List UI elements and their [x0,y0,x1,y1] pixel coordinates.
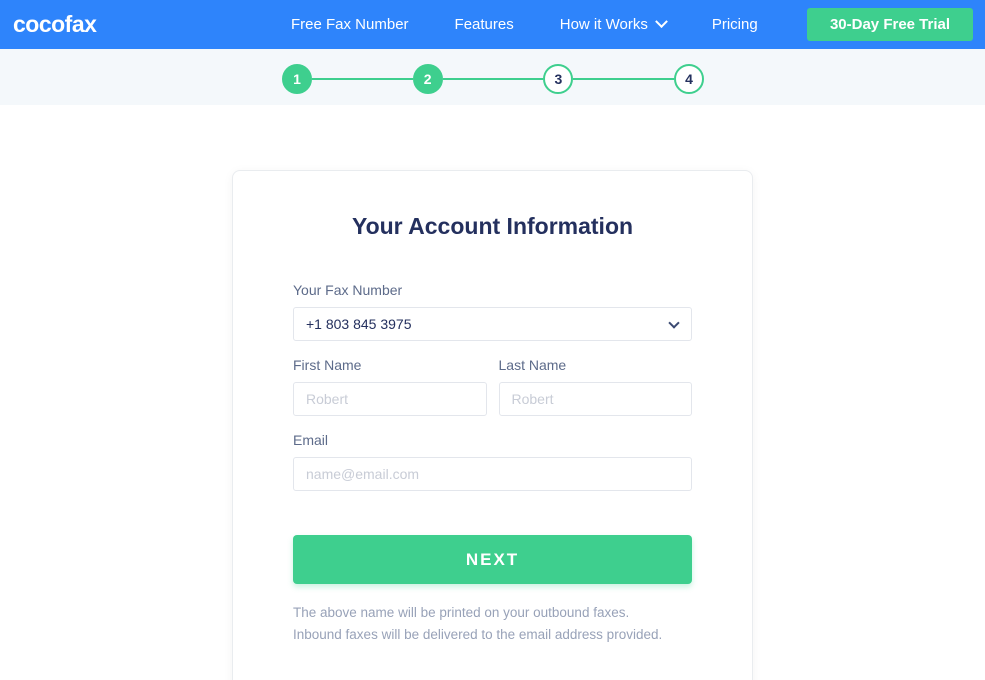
email-label: Email [293,432,329,448]
page-title: Your Account Information [351,213,634,239]
step-connector-2-3 [442,78,544,80]
main-navigation: Free Fax Number Features How it Works Pr… [268,0,781,49]
free-trial-button[interactable]: 30-Day Free Trial [807,8,973,41]
account-information-card: Your Account Information Your Fax Number… [232,170,753,680]
email-input[interactable] [293,457,692,491]
first-name-input[interactable] [293,382,487,416]
email-field-group: Email [293,432,692,491]
progress-stepper-band: 1 2 3 4 [0,49,985,105]
fax-number-select[interactable]: +1 803 845 3975 [293,307,692,341]
fax-number-select-wrap: +1 803 845 3975 [293,307,692,341]
nav-item-free-fax-number[interactable]: Free Fax Number [268,16,432,33]
step-3[interactable]: 3 [543,64,574,94]
form-note: The above name will be printed on your o… [293,602,692,647]
nav-item-label: Pricing [711,16,758,33]
progress-stepper: 1 2 3 4 [282,62,705,96]
last-name-field-group: Last Name [498,357,692,416]
site-header: cocofax Free Fax Number Features How it … [0,0,985,49]
step-2[interactable]: 2 [412,64,443,94]
form-note-line-2: Inbound faxes will be delivered to the e… [293,627,663,643]
chevron-down-icon [654,15,668,29]
name-fields-row: First Name Last Name [293,357,692,416]
next-button[interactable]: NEXT [293,535,692,584]
nav-item-label: Free Fax Number [291,16,409,33]
nav-item-pricing[interactable]: Pricing [689,16,781,33]
fax-number-label: Your Fax Number [293,282,403,298]
first-name-field-group: First Name [293,357,487,416]
first-name-label: First Name [293,357,362,373]
step-1[interactable]: 1 [282,64,312,94]
step-4[interactable]: 4 [674,64,705,94]
nav-item-how-it-works[interactable]: How it Works [537,15,689,33]
form-note-line-1: The above name will be printed on your o… [293,605,630,620]
last-name-input[interactable] [498,382,692,416]
nav-item-features[interactable]: Features [432,16,537,33]
fax-number-field-group: Your Fax Number +1 803 845 3975 [293,282,692,341]
step-connector-3-4 [573,78,675,80]
nav-item-label: How it Works [559,16,648,33]
step-connector-1-2 [312,78,413,80]
page-body: Your Account Information Your Fax Number… [0,105,985,680]
cocofax-logo[interactable]: cocofax [13,13,97,36]
last-name-label: Last Name [498,357,567,373]
nav-item-label: Features [454,16,514,33]
